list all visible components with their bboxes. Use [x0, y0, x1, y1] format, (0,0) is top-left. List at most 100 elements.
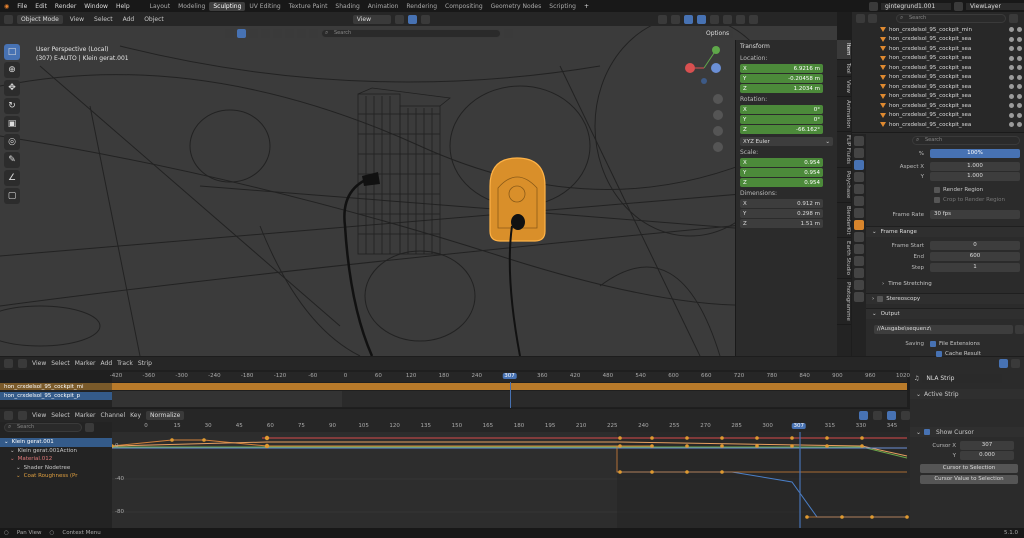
view-layer-name[interactable]: ViewLayer	[966, 2, 1024, 10]
crop-region-row[interactable]: Crop to Render Region	[866, 195, 1024, 204]
expand-icon[interactable]: ⌄	[16, 473, 21, 479]
render-region-row[interactable]: Render Region	[866, 185, 1024, 194]
sidebar-tab-photogramme[interactable]: Photogramme	[837, 279, 851, 326]
graph-menu-marker[interactable]: Marker	[75, 412, 96, 419]
eye-icon[interactable]	[1009, 93, 1014, 99]
render-camera-icon[interactable]	[1017, 103, 1022, 109]
expand-icon[interactable]: ⌄	[10, 448, 15, 454]
eye-icon[interactable]	[1009, 27, 1014, 33]
viewport-nav-buttons[interactable]	[713, 94, 723, 152]
outliner-item[interactable]: hon_crxdelsol_95_cockpit_sea	[852, 120, 1024, 130]
sidebar-tab-animation[interactable]: Animation	[837, 97, 851, 133]
location-x[interactable]: X 6.9216 m	[740, 64, 823, 73]
aspect-y-field[interactable]: 1.000	[930, 172, 1020, 181]
outliner-item[interactable]: hon_crxdelsol_95_cockpit_sea	[852, 111, 1024, 121]
frame-start-field[interactable]: 0	[930, 241, 1020, 250]
nla-menu-marker[interactable]: Marker	[75, 360, 96, 367]
frame-step-field[interactable]: 1	[930, 263, 1020, 272]
grid-icon[interactable]	[285, 28, 294, 38]
menu-object[interactable]: Object	[141, 16, 167, 23]
sidebar-tab-polychase[interactable]: Polychase	[837, 168, 851, 203]
visibility-icon[interactable]	[657, 14, 667, 24]
menu-file[interactable]: File	[13, 3, 31, 10]
tool-props-icon[interactable]	[854, 136, 864, 146]
render-preview-icon[interactable]	[273, 28, 282, 38]
outliner-item[interactable]: hon_crxdelsol_95_cockpit_sea	[852, 73, 1024, 83]
nla-menu-add[interactable]: Add	[101, 360, 113, 367]
graph-search[interactable]: Search	[4, 422, 82, 432]
nla-menu-view[interactable]: View	[32, 360, 46, 367]
nla-menu-strip[interactable]: Strip	[138, 360, 152, 367]
sidebar-tab-tool[interactable]: Tool	[837, 60, 851, 78]
overlay-icon[interactable]	[683, 14, 693, 24]
outliner-item[interactable]: hon_crxdelsol_95_cockpit_sea	[852, 101, 1024, 111]
local-view-icon[interactable]	[237, 28, 246, 38]
nla-current-frame[interactable]: 307	[502, 373, 517, 379]
rotate-tool[interactable]: ↻	[4, 98, 20, 114]
file-extensions-checkbox[interactable]	[930, 340, 936, 347]
graph-menu-view[interactable]: View	[32, 412, 46, 419]
nla-editor-icon[interactable]	[4, 359, 13, 368]
graph-filter-icon[interactable]	[859, 411, 868, 420]
graph-snap-icon[interactable]	[887, 411, 896, 420]
render-camera-icon[interactable]	[1017, 36, 1022, 42]
render-camera-icon[interactable]	[1017, 27, 1022, 33]
viewport-search[interactable]: Search	[321, 28, 501, 38]
tab-shading[interactable]: Shading	[331, 2, 363, 11]
light-icon[interactable]	[297, 28, 306, 38]
3d-viewport[interactable]	[0, 26, 837, 356]
tab-compositing[interactable]: Compositing	[441, 2, 487, 11]
scene-props-icon[interactable]	[854, 184, 864, 194]
funnel-icon[interactable]	[504, 28, 513, 38]
sidebar-tab-blenderkit[interactable]: BlenderKit	[837, 203, 851, 239]
select-box-tool[interactable]: □	[4, 44, 20, 60]
tab-geometry-nodes[interactable]: Geometry Nodes	[487, 2, 546, 11]
sidebar-tab-flip-fluids[interactable]: FLIP Fluids	[837, 132, 851, 169]
render-props-icon[interactable]	[854, 148, 864, 158]
outliner-item[interactable]: hon_crxdelsol_95_cockpit_sea	[852, 54, 1024, 64]
rotation-x[interactable]: X 0°	[740, 105, 823, 114]
expand-icon[interactable]: ⌄	[10, 456, 15, 462]
tab-modeling[interactable]: Modeling	[174, 2, 209, 11]
render-camera-icon[interactable]	[1017, 84, 1022, 90]
tab-rendering[interactable]: Rendering	[402, 2, 441, 11]
graph-current-frame[interactable]: 307	[791, 423, 806, 429]
scale-z[interactable]: Z 0.954	[740, 178, 823, 187]
render-camera-icon[interactable]	[1017, 65, 1022, 71]
particles-props-icon[interactable]	[854, 244, 864, 254]
add-workspace-icon[interactable]: +	[580, 3, 593, 10]
nla-cursor-icon[interactable]	[999, 359, 1008, 368]
select-mode-icon[interactable]	[249, 28, 258, 38]
active-strip-header[interactable]: ⌄ Active Strip	[910, 389, 1024, 399]
cursor-value-to-selection-button[interactable]: Cursor Value to Selection	[920, 475, 1018, 484]
dimension-y[interactable]: Y 0.298 m	[740, 209, 823, 218]
time-stretching-header[interactable]: › Time Stretching	[866, 279, 1024, 288]
nla-menu-select[interactable]: Select	[51, 360, 70, 367]
blender-logo-icon[interactable]: ◉	[0, 3, 13, 10]
frame-range-header[interactable]: ⌄ Frame Range	[866, 226, 1024, 237]
annotate-tool[interactable]: ✎	[4, 152, 20, 168]
render-camera-icon[interactable]	[1017, 55, 1022, 61]
resolution-percent[interactable]: 100%	[930, 149, 1020, 158]
menu-window[interactable]: Window	[80, 3, 112, 10]
tab-texture-paint[interactable]: Texture Paint	[285, 2, 332, 11]
stereoscopy-header[interactable]: › Stereoscopy	[866, 293, 1024, 304]
outliner-item[interactable]: hon_crxdelsol_95_cockpit_sea	[852, 82, 1024, 92]
modifier-props-icon[interactable]	[854, 232, 864, 242]
measure-tool[interactable]: ∠	[4, 170, 20, 186]
mode-dropdown[interactable]: Object Mode	[17, 14, 63, 24]
graph-editor-icon[interactable]	[4, 411, 13, 420]
aspect-x-field[interactable]: 1.000	[930, 162, 1020, 171]
orientation-dropdown[interactable]: View	[352, 14, 391, 24]
rotation-z[interactable]: Z -66.162°	[740, 125, 823, 134]
pivot-icon[interactable]	[394, 14, 404, 24]
cache-result-checkbox[interactable]	[936, 350, 942, 357]
scale-tool[interactable]: ▣	[4, 116, 20, 132]
nla-track-row[interactable]: hon_crxdelsol_95_cockpit_mi	[0, 383, 112, 390]
cursor-x-field[interactable]: 307	[960, 441, 1014, 450]
outliner-item[interactable]: hon_crxdelsol_95_cockpit_min	[852, 25, 1024, 35]
frame-rate-dropdown[interactable]: 30 fps	[930, 210, 1020, 219]
nla-playhead[interactable]	[509, 382, 511, 408]
mesh-icon[interactable]	[309, 28, 318, 38]
filter-icon[interactable]	[225, 28, 234, 38]
